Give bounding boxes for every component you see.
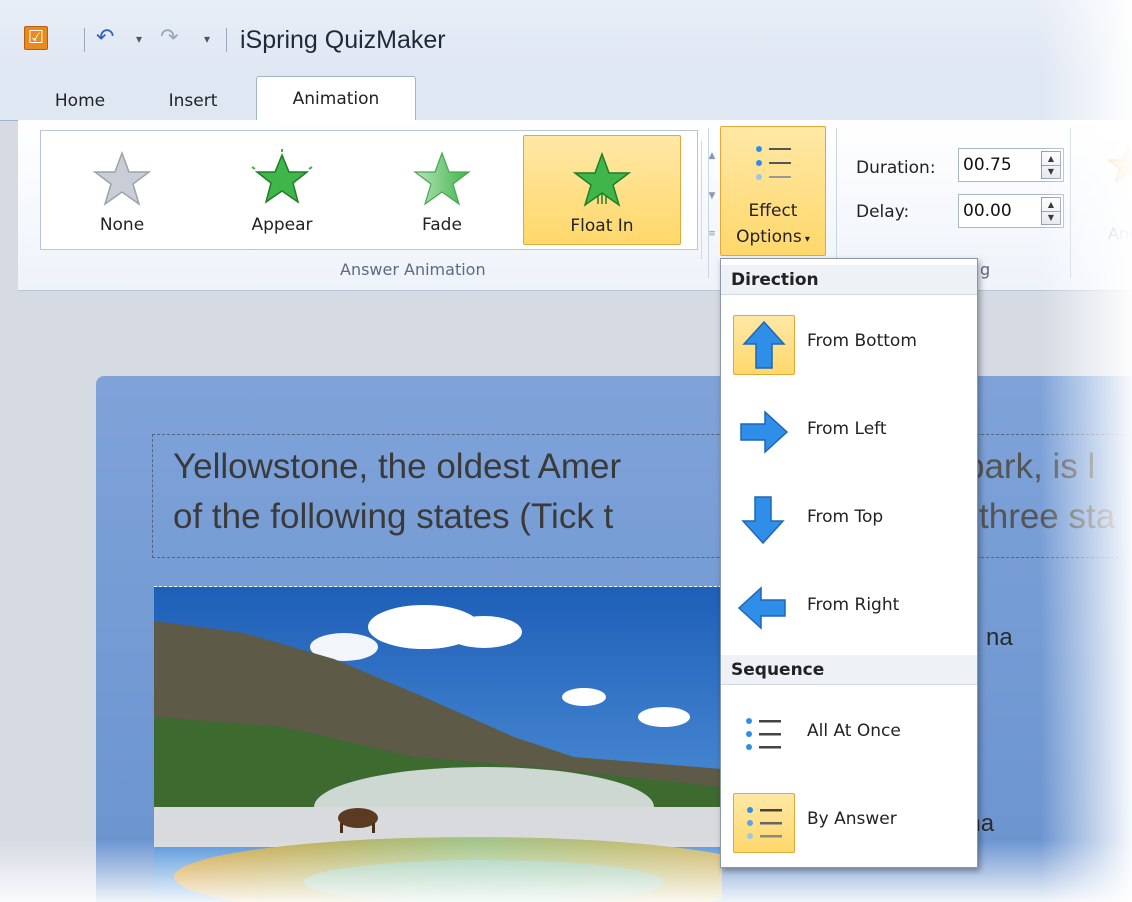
direction-from-top-label: From Top — [807, 507, 884, 527]
animation-appear-label: Appear — [251, 215, 313, 235]
question-line1: Yellowstone, the oldest Amer — [173, 447, 622, 486]
star-preview-icon — [1106, 144, 1132, 184]
animation-appear-button[interactable]: Appear — [207, 135, 357, 243]
sequence-by-answer[interactable]: By Answer — [721, 779, 977, 865]
effect-options-label-line1: Effect — [748, 201, 798, 221]
decrement-icon[interactable]: ▼ — [1042, 165, 1060, 178]
duration-spin-buttons[interactable]: ▲ ▼ — [1041, 151, 1061, 179]
animation-fade-button[interactable]: Fade — [367, 135, 517, 243]
arrow-up-icon — [733, 315, 795, 375]
arrow-right-icon — [733, 403, 793, 461]
chevron-down-icon: ▾ — [801, 234, 810, 245]
effect-options-menu: Direction From Bottom From Left From Top… — [720, 258, 978, 868]
timing-group-label-fragment: g — [980, 260, 991, 279]
arrow-down-icon — [733, 491, 793, 549]
group-separator — [708, 128, 709, 278]
question-line2-tail: three sta — [979, 497, 1116, 536]
list-icon — [733, 705, 793, 763]
direction-from-left[interactable]: From Left — [721, 389, 977, 475]
effect-options-label-line2: Options ▾ — [736, 227, 810, 247]
question-line1-tail: park, is l — [965, 447, 1096, 486]
tab-insert[interactable]: Insert — [150, 82, 236, 120]
delay-value: 00.00 — [963, 201, 1012, 221]
arrow-left-icon — [733, 579, 793, 637]
title-bar: ☑ ↶ ▾ ↷ ▾ iSpring QuizMaker — [0, 0, 1132, 74]
delay-stepper[interactable]: 00.00 ▲ ▼ — [958, 194, 1064, 228]
delay-label: Delay: — [856, 202, 910, 222]
yellowstone-photo[interactable] — [154, 586, 722, 902]
animation-none-label: None — [99, 215, 145, 235]
title-separator — [226, 28, 227, 52]
star-appear-icon — [251, 149, 313, 204]
decrement-icon[interactable]: ▼ — [1042, 211, 1060, 224]
direction-from-top[interactable]: From Top — [721, 477, 977, 563]
undo-icon[interactable]: ↶ — [96, 24, 114, 52]
duration-stepper[interactable]: 00.75 ▲ ▼ — [958, 148, 1064, 182]
list-icon — [733, 793, 795, 853]
quick-access-separator — [84, 28, 85, 52]
redo-icon[interactable]: ↷ — [160, 24, 178, 52]
star-fade-icon — [413, 151, 471, 206]
star-float-icon — [572, 151, 632, 207]
animation-float-in-button[interactable]: Float In — [523, 135, 681, 245]
sequence-by-answer-label: By Answer — [807, 809, 897, 829]
ribbon-tabs: Home Insert Animation — [0, 74, 1132, 121]
animation-fade-label: Fade — [422, 215, 462, 235]
animation-float-in-label: Float In — [570, 216, 634, 236]
direction-header: Direction — [721, 265, 977, 295]
answer-1-fragment: na — [986, 624, 1013, 651]
window-title: iSpring QuizMaker — [240, 26, 446, 54]
undo-dropdown-icon[interactable]: ▾ — [136, 30, 142, 48]
gallery-scrollbar[interactable]: ▲ ▼ ≡ — [701, 141, 722, 259]
question-line2: of the following states (Tick t — [173, 497, 614, 536]
direction-from-bottom[interactable]: From Bottom — [721, 301, 977, 387]
direction-from-left-label: From Left — [807, 419, 887, 439]
preview-label-line2: Anir — [1108, 224, 1132, 243]
customize-toolbar-icon[interactable]: ▾ — [204, 30, 210, 48]
tab-animation[interactable]: Animation — [256, 76, 416, 121]
list-icon — [756, 146, 791, 180]
sequence-all-at-once-label: All At Once — [807, 721, 901, 741]
landscape-image — [154, 587, 722, 902]
direction-from-right-label: From Right — [807, 595, 900, 615]
tab-home[interactable]: Home — [40, 82, 120, 120]
group-separator — [836, 128, 837, 278]
group-separator — [1070, 128, 1071, 278]
animation-none-button[interactable]: None — [47, 135, 197, 243]
sequence-header: Sequence — [721, 655, 977, 685]
preview-animation-button[interactable]: P Anir — [1106, 142, 1132, 243]
effect-options-button[interactable]: Effect Options ▾ — [720, 126, 826, 256]
increment-icon[interactable]: ▲ — [1042, 198, 1060, 212]
question-text-box[interactable]: Yellowstone, the oldest Amer park, is l … — [152, 434, 1132, 558]
increment-icon[interactable]: ▲ — [1042, 152, 1060, 166]
app-window: ☑ ↶ ▾ ↷ ▾ iSpring QuizMaker Home Insert … — [0, 0, 1132, 902]
answer-animation-gallery: None Appear Fade Float In ▲ ▼ ≡ — [40, 130, 716, 259]
delay-spin-buttons[interactable]: ▲ ▼ — [1041, 197, 1061, 225]
sequence-all-at-once[interactable]: All At Once — [721, 691, 977, 777]
duration-value: 00.75 — [963, 155, 1012, 175]
direction-from-right[interactable]: From Right — [721, 565, 977, 651]
direction-from-bottom-label: From Bottom — [807, 331, 917, 351]
duration-label: Duration: — [856, 158, 936, 178]
answer-animation-group-label: Answer Animation — [340, 260, 486, 279]
star-gray-icon — [92, 150, 152, 206]
app-logo-icon: ☑ — [24, 26, 48, 50]
